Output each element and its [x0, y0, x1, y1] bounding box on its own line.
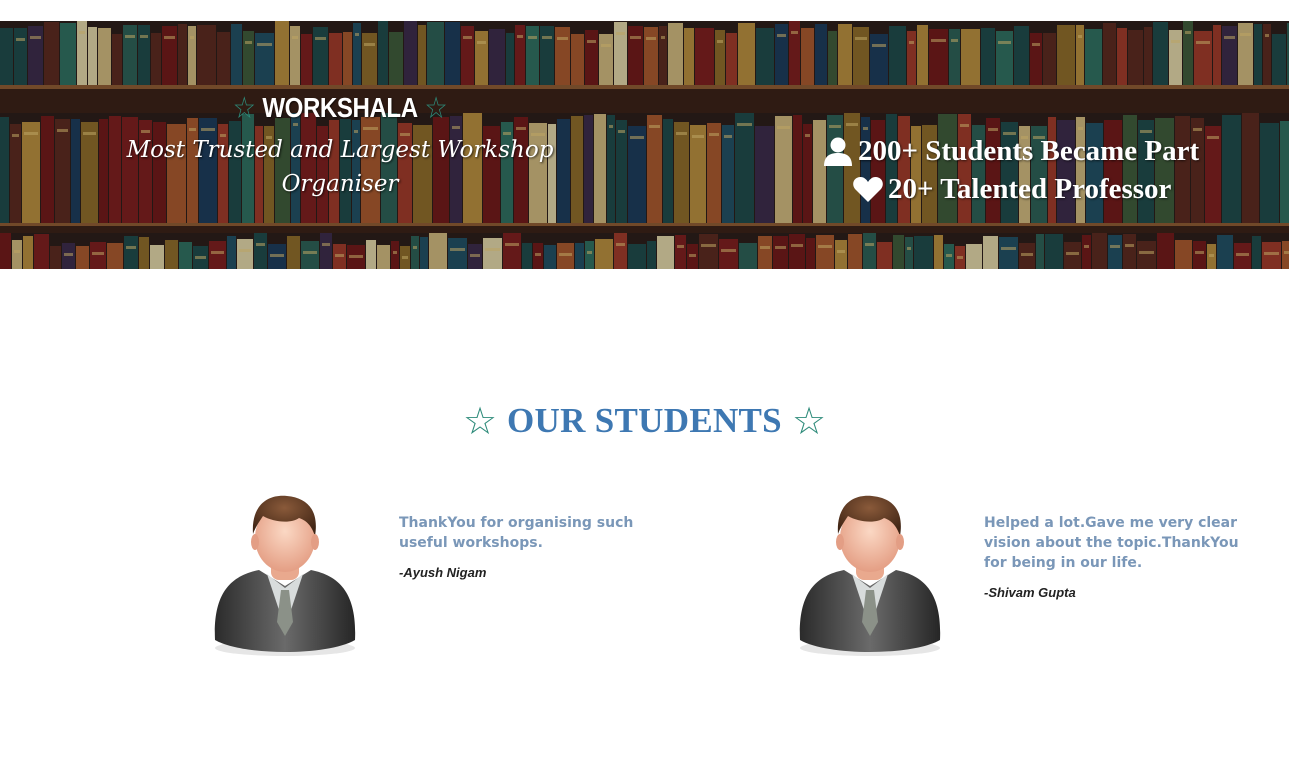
testimonial-author: -Ayush Nigam	[399, 565, 487, 580]
stat-professors: 20+ Talented Professor	[822, 170, 1199, 208]
student-avatar-icon	[214, 495, 356, 656]
testimonial-card: Helped a lot.Gave me very clear vision a…	[792, 490, 1262, 660]
stats-block: 200+ Students Became Part 20+ Talented P…	[822, 132, 1199, 208]
students-heading: ☆ OUR STUDENTS ☆	[0, 395, 1289, 447]
heart-icon	[853, 177, 883, 202]
user-icon	[824, 137, 852, 166]
brand-tagline: Most Trusted and Largest Workshop Organi…	[126, 137, 554, 197]
star-icon: ☆	[462, 399, 498, 443]
brand-heading: ☆ WORKSHALA ☆	[142, 91, 538, 125]
brand-title: WORKSHALA	[262, 92, 418, 123]
section-title: OUR STUDENTS	[507, 401, 782, 440]
star-icon: ☆	[791, 399, 827, 443]
testimonial-quote: Helped a lot.Gave me very clear vision a…	[984, 515, 1239, 571]
stat-students: 200+ Students Became Part	[822, 132, 1199, 170]
stat-students-text: 200+ Students Became Part	[858, 135, 1200, 167]
star-icon: ☆	[424, 91, 448, 125]
testimonial-quote: ThankYou for organising such useful work…	[399, 515, 634, 551]
student-avatar-icon	[799, 495, 941, 656]
testimonial-card: ThankYou for organising such useful work…	[207, 490, 677, 660]
stat-professors-text: 20+ Talented Professor	[888, 173, 1172, 205]
star-icon: ☆	[232, 91, 256, 125]
testimonial-author: -Shivam Gupta	[984, 585, 1076, 600]
hero-banner: ☆ WORKSHALA ☆ Most Trusted and Largest W…	[0, 21, 1289, 269]
brand-block: ☆ WORKSHALA ☆ Most Trusted and Largest W…	[110, 91, 570, 201]
